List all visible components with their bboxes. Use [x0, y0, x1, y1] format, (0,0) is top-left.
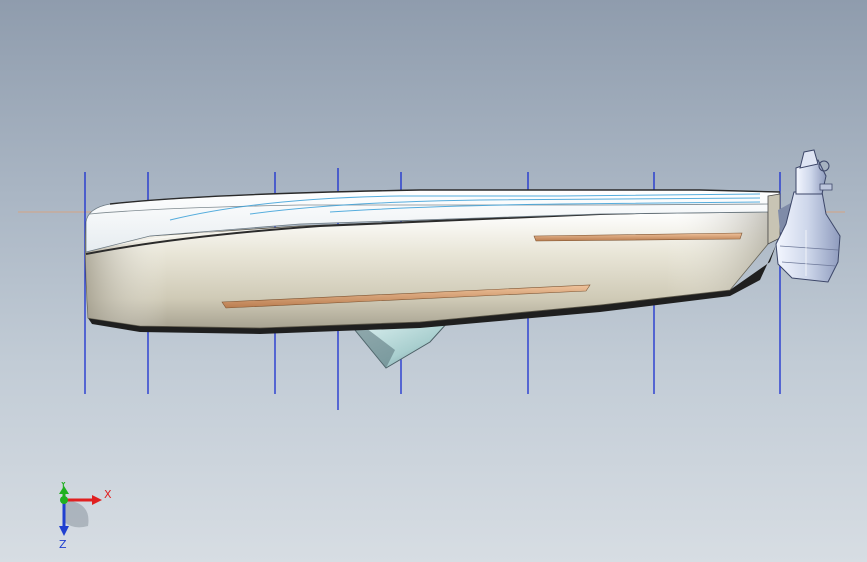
- outboard-motor[interactable]: [775, 149, 841, 283]
- triad-origin: [60, 496, 68, 504]
- cad-graphics-viewport[interactable]: X Y Z: [0, 0, 867, 562]
- triad-shadow: [64, 500, 89, 528]
- x-axis-label: X: [104, 488, 112, 501]
- transom[interactable]: [767, 193, 781, 245]
- boat-model-view[interactable]: [0, 0, 867, 562]
- y-axis-label: Y: [59, 482, 67, 491]
- z-axis-label: Z: [59, 538, 67, 551]
- coordinate-triad: X Y Z: [59, 482, 112, 551]
